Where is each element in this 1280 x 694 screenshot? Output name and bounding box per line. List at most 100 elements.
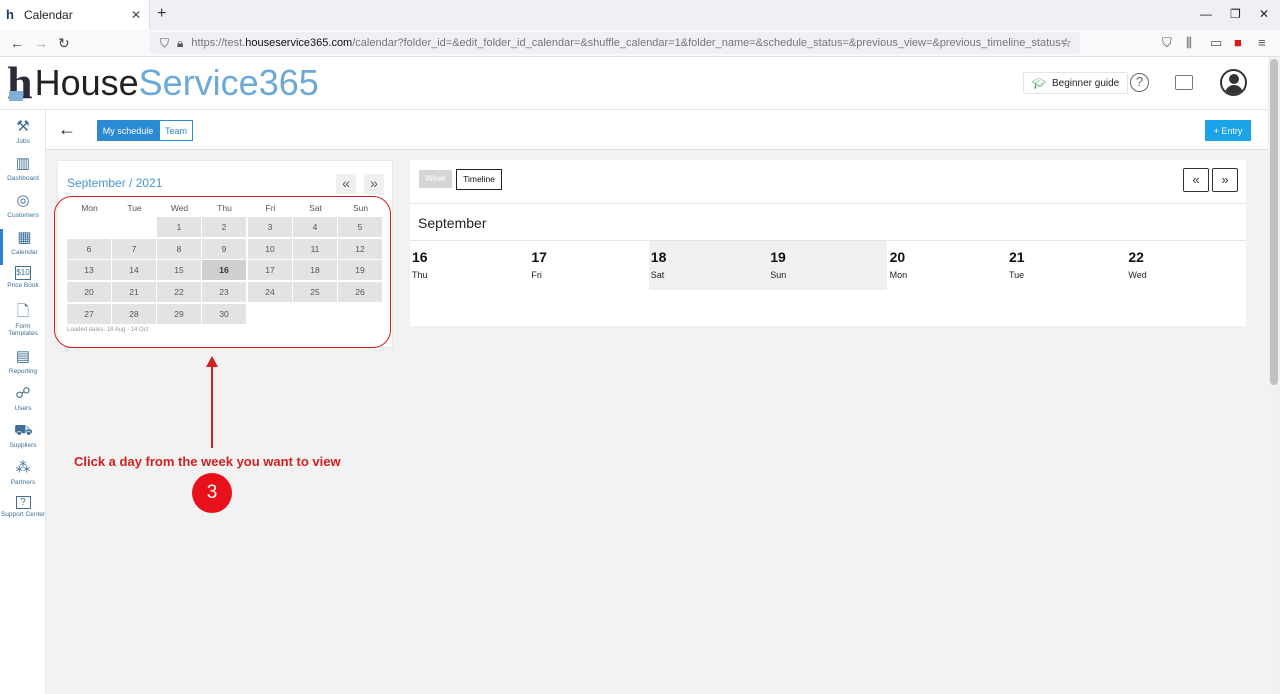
menu-icon[interactable]: ≡	[1258, 35, 1266, 50]
library-icon[interactable]: ⫼	[1186, 35, 1192, 51]
url-domain: houseservice365.com	[245, 37, 353, 49]
timeline-view-button[interactable]: Timeline	[456, 169, 502, 190]
week-day-number: 21	[1009, 249, 1025, 265]
week-day-name: Fri	[531, 270, 542, 280]
price-book-icon: $10	[15, 266, 31, 280]
week-day-column[interactable]: 22 Wed	[1126, 241, 1245, 290]
bookmark-star-icon[interactable]: ☆	[1060, 35, 1072, 51]
week-day-column[interactable]: 21 Tue	[1007, 241, 1126, 290]
logo-text-house: House	[34, 62, 139, 103]
sidebar-item-support-center[interactable]: ? Support Center	[0, 496, 46, 532]
tools-icon: ⚒	[16, 118, 30, 135]
beginner-guide-button[interactable]: 🎓︎ Beginner guide	[1023, 72, 1129, 94]
browser-tab[interactable]: h Calendar ✕	[0, 0, 150, 30]
page-scrollbar[interactable]	[1268, 57, 1280, 694]
reload-icon[interactable]: ↻	[58, 35, 70, 52]
sidebar-item-jobs[interactable]: ⚒ Jobs	[0, 118, 46, 154]
support-icon: ?	[15, 496, 31, 509]
browser-tab-bar: h Calendar ✕ + — ❐ ✕	[0, 0, 1280, 30]
week-view-button[interactable]: Week	[419, 170, 452, 188]
app-header: h House Service365 🎓︎ Beginner guide ?	[0, 57, 1268, 110]
week-day-column[interactable]: 16 Thu	[410, 241, 529, 290]
week-day-column[interactable]: 19 Sun	[768, 241, 888, 290]
minimize-icon[interactable]: —	[1200, 7, 1212, 21]
help-icon[interactable]: ?	[1130, 73, 1149, 92]
sidebar-item-users[interactable]: ☍ Users	[0, 385, 46, 421]
forward-icon[interactable]: →	[34, 35, 48, 51]
folder-icon[interactable]	[1175, 75, 1193, 90]
team-tab[interactable]: Team	[159, 120, 193, 141]
back-icon[interactable]: ←	[10, 35, 24, 51]
sidebar-item-label: Jobs	[16, 138, 30, 145]
previous-week-button[interactable]: «	[1183, 168, 1209, 192]
partners-icon: ⁂	[15, 459, 31, 476]
sidebar-item-form-templates[interactable]: 🗋︎ Form Templates	[0, 303, 46, 339]
week-day-column[interactable]: 18 Sat	[648, 241, 768, 290]
next-month-button[interactable]: »	[364, 174, 384, 194]
annotation-arrow-line	[211, 362, 213, 448]
sidebar-item-partners[interactable]: ⁂ Partners	[0, 459, 46, 495]
sidebar-item-customers[interactable]: ◎ Customers	[0, 192, 46, 228]
sidebar-item-reporting[interactable]: ▤ Reporting	[0, 348, 46, 384]
month-header: September	[410, 203, 1246, 241]
close-window-icon[interactable]: ✕	[1259, 7, 1269, 21]
week-day-column[interactable]: 20 Mon	[888, 241, 1007, 290]
close-tab-icon[interactable]: ✕	[131, 8, 141, 22]
week-day-name: Wed	[1128, 270, 1147, 280]
next-week-button[interactable]: »	[1212, 168, 1238, 192]
customers-icon: ◎	[16, 192, 30, 209]
bar-chart-icon: ▥	[15, 155, 31, 172]
calendar-icon: ▦	[17, 229, 32, 246]
houseservice-favicon-icon: h	[6, 7, 14, 22]
graduation-cap-icon: 🎓︎	[1032, 77, 1046, 90]
sidebar-item-suppliers[interactable]: ⛟ Suppliers	[0, 422, 46, 458]
add-entry-button[interactable]: + Entry	[1205, 120, 1251, 141]
scrollbar-thumb[interactable]	[1270, 59, 1278, 385]
week-day-name: Tue	[1009, 270, 1025, 280]
sidebar-toggle-icon[interactable]: ▭	[1210, 35, 1222, 51]
week-day-name: Sun	[770, 270, 787, 280]
sidebar-item-price-book[interactable]: $10 Price Book	[0, 266, 46, 302]
tab-title: Calendar	[24, 8, 73, 22]
sidebar-item-label: Partners	[10, 479, 36, 486]
sidebar: ⚒ Jobs ▥ Dashboard ◎ Customers ▦ Calenda…	[0, 110, 46, 694]
back-arrow-icon[interactable]: ←	[58, 119, 76, 140]
sidebar-item-dashboard[interactable]: ▥ Dashboard	[0, 155, 46, 191]
address-bar[interactable]: ⛉ 🔒︎ https://test. houseservice365.com/ca…	[150, 32, 1080, 54]
browser-nav-bar: ← → ↻ ⛉ 🔒︎ https://test. houseservice365.…	[0, 30, 1280, 57]
week-day-name: Sat	[650, 270, 665, 280]
new-tab-icon[interactable]: +	[157, 5, 166, 23]
sidebar-item-label: Dashboard	[7, 175, 39, 182]
sidebar-item-label: Price Book	[7, 282, 39, 289]
url-path: /calendar?folder_id=&edit_folder_id_cale…	[352, 37, 1068, 49]
sidebar-item-calendar[interactable]: ▦ Calendar	[0, 229, 46, 265]
step-number-badge: 3	[192, 473, 232, 513]
user-avatar-icon[interactable]	[1220, 69, 1247, 96]
month-label: September	[418, 215, 487, 231]
week-view-panel: Week Timeline « » September 16 Thu 17 Fri 18…	[410, 160, 1246, 326]
main-content: ← My schedule Team + Entry September / 2…	[46, 110, 1268, 694]
week-day-number: 18	[650, 249, 667, 265]
sidebar-item-label: Form Templates	[8, 323, 38, 337]
sidebar-item-label: Users	[14, 405, 32, 412]
restore-icon[interactable]: ❐	[1230, 7, 1241, 21]
sidebar-item-label: Calendar	[11, 249, 38, 256]
week-day-number: 17	[531, 249, 547, 265]
beginner-guide-label: Beginner guide	[1051, 77, 1120, 89]
calendar-toolbar: ← My schedule Team + Entry	[46, 110, 1268, 150]
previous-month-button[interactable]: «	[336, 174, 356, 194]
logo-text-service: Service365	[138, 62, 319, 103]
reporting-icon: ▤	[15, 348, 31, 365]
annotation-highlight-ring	[54, 196, 391, 348]
week-day-column[interactable]: 17 Fri	[529, 241, 648, 290]
url-prefix: https://test.	[191, 37, 246, 49]
sidebar-item-label: Customers	[7, 212, 39, 219]
pocket-icon[interactable]: ⛉	[1162, 35, 1172, 51]
shield-icon: ⛉	[160, 35, 170, 50]
lock-icon: 🔒︎	[177, 35, 184, 50]
extension-icon[interactable]: ■	[1234, 35, 1242, 50]
mini-calendar-title: September / 2021	[67, 176, 163, 190]
houseservice365-logo[interactable]: h House Service365	[7, 60, 319, 106]
annotation-instruction: Click a day from the week you want to vi…	[74, 454, 341, 469]
my-schedule-tab[interactable]: My schedule	[97, 120, 159, 141]
